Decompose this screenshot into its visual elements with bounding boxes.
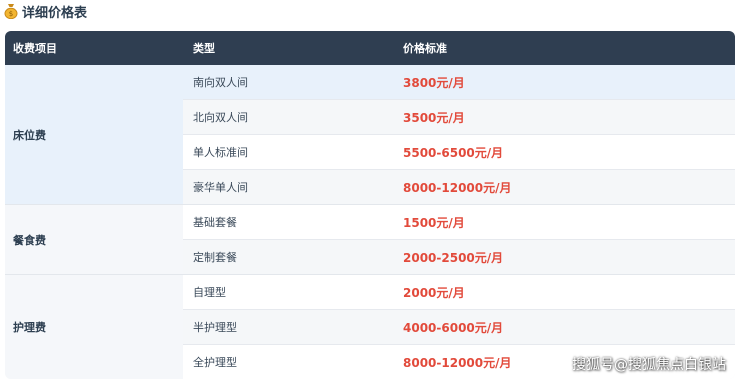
column-header-price: 价格标准 [403, 42, 447, 55]
table-row: 单人标准间 5500-6500元/月 [183, 135, 735, 170]
price-cell: 5500-6500元/月 [403, 145, 504, 160]
type-cell: 全护理型 [193, 356, 237, 369]
price-cell: 1500元/月 [403, 215, 465, 230]
price-cell: 3800元/月 [403, 75, 465, 90]
type-cell: 北向双人间 [193, 111, 248, 124]
table-header: 收费项目 类型 价格标准 [5, 31, 735, 65]
table-row: 半护理型 4000-6000元/月 [183, 310, 735, 345]
category-cell: 餐食费 [5, 205, 183, 274]
watermark: 搜狐号@搜狐焦点白银站 [572, 357, 726, 373]
price-cell: 3500元/月 [403, 110, 465, 125]
table-group-meal: 餐食费 基础套餐 1500元/月 定制套餐 2000-2500元/月 [5, 205, 735, 275]
type-cell: 基础套餐 [193, 216, 237, 229]
type-cell: 单人标准间 [193, 146, 248, 159]
table-group-bed: 床位费 南向双人间 3800元/月 北向双人间 3500元/月 单人标准间 55… [5, 65, 735, 205]
svg-text:$: $ [9, 10, 13, 18]
type-cell: 定制套餐 [193, 251, 237, 264]
section-heading: $ 详细价格表 [4, 0, 87, 22]
table-row: 定制套餐 2000-2500元/月 [183, 240, 735, 274]
price-cell: 2000-2500元/月 [403, 250, 504, 265]
price-cell: 4000-6000元/月 [403, 320, 504, 335]
table-row: 基础套餐 1500元/月 [183, 205, 735, 240]
table-row: 自理型 2000元/月 [183, 275, 735, 310]
price-table: 收费项目 类型 价格标准 床位费 南向双人间 3800元/月 北向双人间 350… [5, 31, 735, 379]
table-row: 豪华单人间 8000-12000元/月 [183, 170, 735, 204]
column-header-category: 收费项目 [13, 42, 57, 55]
table-row: 南向双人间 3800元/月 [183, 65, 735, 100]
type-cell: 南向双人间 [193, 76, 248, 89]
money-bag-icon: $ [4, 3, 18, 20]
type-cell: 豪华单人间 [193, 181, 248, 194]
category-cell: 护理费 [5, 275, 183, 379]
type-cell: 自理型 [193, 286, 226, 299]
price-cell: 8000-12000元/月 [403, 180, 512, 195]
category-cell: 床位费 [5, 65, 183, 204]
page-title: 详细价格表 [22, 5, 88, 21]
column-header-type: 类型 [193, 42, 215, 55]
type-cell: 半护理型 [193, 321, 237, 334]
table-row: 北向双人间 3500元/月 [183, 100, 735, 135]
price-cell: 2000元/月 [403, 285, 465, 300]
